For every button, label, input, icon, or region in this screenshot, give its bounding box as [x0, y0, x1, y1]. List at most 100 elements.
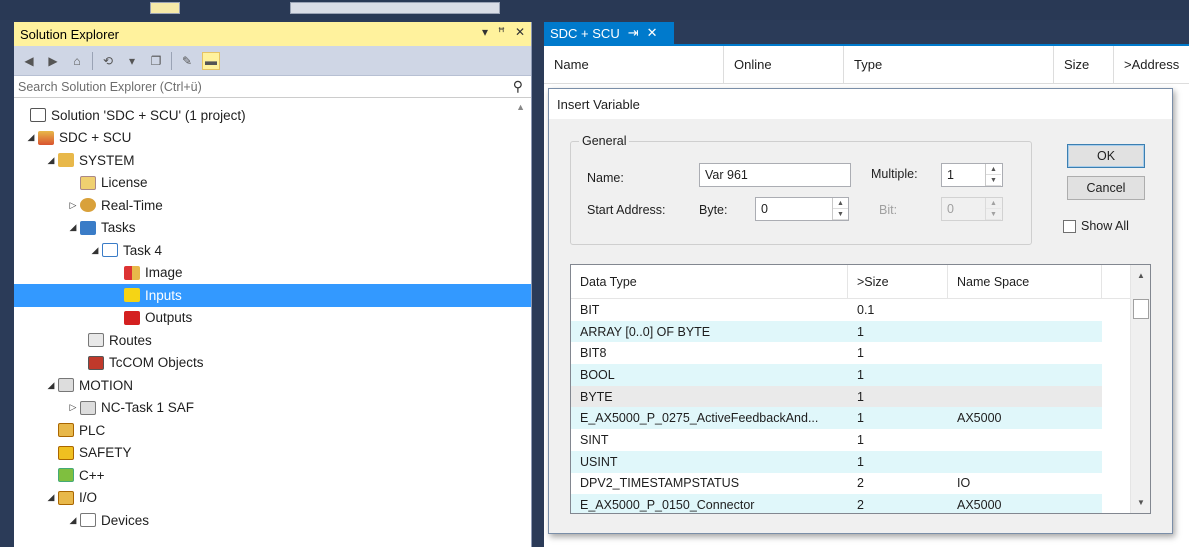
column-name-space[interactable]: Name Space — [948, 265, 1102, 298]
properties-icon[interactable]: ✎ — [178, 52, 196, 70]
solution-explorer-header: Solution Explorer ▾ ꟸ ✕ — [14, 22, 531, 46]
list-item[interactable]: BYTE 1 — [571, 385, 1102, 408]
tree-item-label: NC-Task 1 SAF — [101, 400, 195, 416]
spin-up-icon[interactable]: ▲ — [833, 198, 848, 209]
tree-item-inputs[interactable]: Inputs — [14, 284, 531, 307]
back-icon[interactable]: ◀ — [20, 52, 38, 70]
tree-item-tccom[interactable]: TcCOM Objects — [14, 352, 531, 375]
column-size[interactable]: Size — [1054, 46, 1114, 83]
tree-item-label: Task 4 — [123, 242, 163, 258]
search-input[interactable]: Search Solution Explorer (Ctrl+ü) — [18, 80, 202, 94]
byte-spinner[interactable]: ▲ ▼ — [832, 198, 848, 220]
list-item[interactable]: USINT 1 — [571, 450, 1102, 473]
spin-down-icon[interactable]: ▼ — [833, 209, 848, 220]
multiple-spinner[interactable]: ▲ ▼ — [985, 164, 1001, 186]
home-icon[interactable]: ⌂ — [68, 52, 86, 70]
list-item[interactable]: BIT8 1 — [571, 342, 1102, 364]
list-header: Data Type >Size Name Space — [571, 265, 1150, 299]
close-tab-icon[interactable]: ✕ — [647, 25, 658, 41]
expanded-icon[interactable]: ◢ — [66, 222, 80, 233]
tree-item-label: TcCOM Objects — [109, 355, 204, 371]
search-box[interactable]: Search Solution Explorer (Ctrl+ü) ⚲ — [14, 76, 531, 98]
tree-item-motion[interactable]: ◢ MOTION — [14, 374, 531, 397]
group-label: General — [579, 134, 630, 148]
top-toolbar-strip — [0, 0, 1189, 20]
column-address[interactable]: >Address — [1114, 46, 1189, 83]
column-type[interactable]: Type — [844, 46, 1054, 83]
expanded-icon[interactable]: ◢ — [44, 155, 58, 166]
tree-item-cpp[interactable]: C++ — [14, 464, 531, 487]
expanded-icon[interactable]: ◢ — [24, 132, 38, 143]
list-item[interactable]: BIT 0.1 — [571, 299, 1102, 321]
collapse-icon[interactable]: ▾ — [123, 52, 141, 70]
show-all-label: Show All — [1081, 219, 1129, 233]
list-item[interactable]: BOOL 1 — [571, 364, 1102, 386]
safety-icon — [58, 445, 74, 460]
routes-icon — [88, 333, 104, 348]
variables-grid-header: Name Online Type Size >Address — [544, 46, 1189, 84]
expanded-icon[interactable]: ◢ — [44, 380, 58, 391]
tree-item-system[interactable]: ◢ SYSTEM — [14, 149, 531, 172]
column-data-type[interactable]: Data Type — [571, 265, 848, 298]
pin-icon[interactable]: ꟸ — [498, 25, 505, 39]
collapsed-icon[interactable]: ▷ — [66, 200, 80, 211]
bit-label: Bit: — [879, 203, 898, 217]
tasks-icon — [80, 220, 96, 235]
close-icon[interactable]: ✕ — [515, 25, 525, 39]
bit-value: 0 — [947, 202, 954, 216]
preview-icon[interactable]: ▬ — [202, 51, 220, 70]
toolbar-combo[interactable] — [290, 2, 500, 14]
forward-icon[interactable]: ▶ — [44, 52, 62, 70]
spin-down-icon[interactable]: ▼ — [986, 175, 1001, 186]
toolbar-button[interactable] — [150, 2, 180, 14]
tree-item-project[interactable]: ◢ SDC + SCU — [14, 127, 531, 150]
column-name[interactable]: Name — [544, 46, 724, 83]
scroll-up-icon[interactable]: ▲ — [1131, 271, 1150, 280]
tree-item-image[interactable]: Image — [14, 262, 531, 285]
collapsed-icon[interactable]: ▷ — [66, 402, 80, 413]
tree-item-plc[interactable]: PLC — [14, 419, 531, 442]
history-icon[interactable]: ⟲ — [99, 52, 117, 70]
tree-item-task4[interactable]: ◢ Task 4 — [14, 239, 531, 262]
solution-icon — [30, 108, 46, 123]
tree-item-nctask[interactable]: ▷ NC-Task 1 SAF — [14, 397, 531, 420]
name-field[interactable]: Var 961 — [699, 163, 851, 187]
copy-icon[interactable]: ❐ — [147, 52, 165, 70]
column-size[interactable]: >Size — [848, 265, 948, 298]
tree-item-tasks[interactable]: ◢ Tasks — [14, 217, 531, 240]
byte-value: 0 — [761, 202, 768, 216]
list-item[interactable]: E_AX5000_P_0150_Connector 2 AX5000 — [571, 494, 1102, 513]
ok-button[interactable]: OK — [1067, 144, 1145, 168]
tree-item-routes[interactable]: Routes — [14, 329, 531, 352]
tree-item-solution[interactable]: Solution 'SDC + SCU' (1 project) — [14, 104, 531, 127]
dropdown-icon[interactable]: ▾ — [482, 25, 488, 39]
expanded-icon[interactable]: ◢ — [66, 515, 80, 526]
tab-sdc-scu[interactable]: SDC + SCU ⇥ ✕ — [544, 22, 674, 44]
list-item[interactable]: E_AX5000_P_0275_ActiveFeedbackAnd... 1 AX5… — [571, 407, 1102, 430]
list-scrollbar[interactable]: ▲ ▼ — [1130, 265, 1150, 513]
show-all-checkbox[interactable] — [1063, 220, 1076, 233]
scroll-down-icon[interactable]: ▼ — [1131, 498, 1150, 507]
list-item[interactable]: DPV2_TIMESTAMPSTATUS 2 IO — [571, 473, 1102, 495]
list-item[interactable]: ARRAY [0..0] OF BYTE 1 — [571, 320, 1102, 343]
cancel-button[interactable]: Cancel — [1067, 176, 1145, 200]
column-online[interactable]: Online — [724, 46, 844, 83]
tree-item-label: Real-Time — [101, 197, 163, 213]
list-item[interactable]: SINT 1 — [571, 429, 1102, 451]
tree-item-io[interactable]: ◢ I/O — [14, 487, 531, 510]
spin-up-icon[interactable]: ▲ — [986, 164, 1001, 175]
data-type-list: Data Type >Size Name Space BIT 0.1 ARRAY … — [570, 264, 1151, 514]
search-icon[interactable]: ⚲ — [513, 78, 523, 95]
expanded-icon[interactable]: ◢ — [44, 492, 58, 503]
motion-icon — [58, 378, 74, 393]
tree-item-outputs[interactable]: Outputs — [14, 307, 531, 330]
pin-tab-icon[interactable]: ⇥ — [628, 25, 639, 41]
tree-item-devices[interactable]: ◢ Devices — [14, 509, 531, 532]
scroll-thumb[interactable] — [1133, 299, 1149, 319]
tree-item-safety[interactable]: SAFETY — [14, 442, 531, 465]
tree-item-license[interactable]: License — [14, 172, 531, 195]
expanded-icon[interactable]: ◢ — [88, 245, 102, 256]
solution-explorer-panel: Solution Explorer ▾ ꟸ ✕ ◀ ▶ ⌂ ⟲ ▾ ❐ ✎ ▬ … — [14, 22, 532, 547]
toolbar-separator — [92, 51, 93, 70]
tree-item-realtime[interactable]: ▷ Real-Time — [14, 194, 531, 217]
